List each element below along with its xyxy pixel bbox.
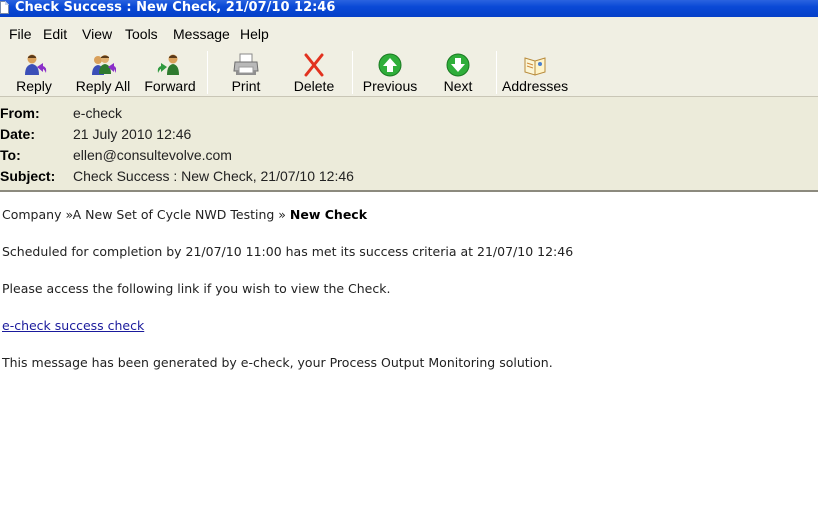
reply-icon [25, 54, 47, 75]
addresses-icon [524, 57, 546, 76]
message-body: Company »A New Set of Cycle NWD Testing … [0, 192, 818, 508]
from-label: From: [0, 105, 40, 121]
toolbar: Reply Reply All Forward Print Delete Pre… [0, 48, 818, 97]
toolbar-separator [496, 51, 497, 94]
next-button[interactable]: Next [432, 48, 484, 96]
previous-button[interactable]: Previous [360, 48, 420, 96]
menu-tools[interactable]: Tools [125, 26, 158, 42]
delete-icon [304, 53, 324, 77]
print-label: Print [231, 78, 261, 94]
reply-all-icon [92, 55, 116, 75]
footer-text: This message has been generated by e-che… [2, 355, 553, 370]
next-label: Next [443, 78, 473, 94]
breadcrumb-current: New Check [289, 207, 368, 222]
previous-label: Previous [362, 78, 418, 94]
next-icon [446, 53, 470, 77]
menu-edit[interactable]: Edit [43, 26, 67, 42]
forward-label: Forward [144, 78, 196, 94]
reply-all-label: Reply All [75, 78, 131, 94]
from-value[interactable]: e-check [73, 103, 122, 123]
date-value: 21 July 2010 12:46 [73, 126, 192, 142]
menu-help[interactable]: Help [240, 26, 269, 42]
menu-file[interactable]: File [9, 26, 32, 42]
check-link[interactable]: e-check success check [2, 318, 144, 333]
scheduled-text: Scheduled for completion by 21/07/10 11:… [2, 244, 574, 259]
delete-label: Delete [293, 78, 335, 94]
check-link-container: e-check success check [2, 318, 144, 334]
breadcrumb-path: Company »A New Set of Cycle NWD Testing … [2, 207, 290, 222]
message-document-icon [0, 1, 9, 14]
reply-label: Reply [16, 78, 52, 94]
menu-message[interactable]: Message [173, 26, 230, 42]
subject-label: Subject: [0, 168, 56, 184]
subject-value: Check Success : New Check, 21/07/10 12:4… [73, 168, 354, 184]
menu-view[interactable]: View [82, 26, 112, 42]
to-label: To: [0, 147, 21, 163]
reply-all-button[interactable]: Reply All [72, 48, 134, 96]
print-icon [233, 53, 259, 75]
reply-button[interactable]: Reply [4, 48, 64, 96]
print-button[interactable]: Print [218, 48, 274, 96]
toolbar-separator [207, 51, 208, 94]
to-value[interactable]: ellen@consultevolve.com [73, 145, 232, 165]
menu-bar: File Edit View Tools Message Help [0, 17, 818, 48]
toolbar-separator [352, 51, 353, 94]
date-label: Date: [0, 126, 36, 142]
message-header-panel: From: e-check Date: 21 July 2010 12:46 T… [0, 97, 818, 192]
addresses-label: Addresses [502, 78, 569, 94]
addresses-button[interactable]: Addresses [502, 48, 568, 96]
access-instruction-text: Please access the following link if you … [2, 281, 391, 296]
forward-button[interactable]: Forward [140, 48, 200, 96]
forward-icon [157, 54, 179, 75]
delete-button[interactable]: Delete [286, 48, 342, 96]
title-bar[interactable]: Check Success : New Check, 21/07/10 12:4… [0, 0, 818, 17]
previous-icon [378, 53, 402, 77]
window-title: Check Success : New Check, 21/07/10 12:4… [15, 0, 336, 15]
breadcrumb: Company »A New Set of Cycle NWD Testing … [2, 207, 367, 223]
